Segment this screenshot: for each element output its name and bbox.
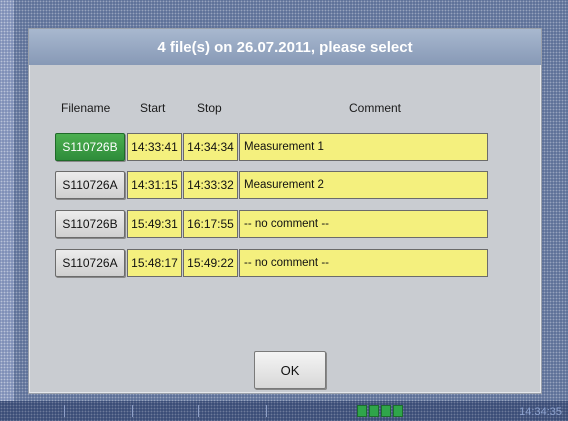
status-divider bbox=[198, 405, 199, 417]
column-header-comment: Comment bbox=[349, 101, 402, 115]
status-divider bbox=[266, 405, 267, 417]
column-header-stop: Stop bbox=[197, 101, 222, 115]
background-left-strip bbox=[0, 0, 14, 421]
filename-button[interactable]: S110726A bbox=[55, 171, 125, 199]
filename-button[interactable]: S110726B bbox=[55, 133, 125, 161]
status-indicator bbox=[357, 405, 403, 417]
status-time: 14:34:35 bbox=[519, 406, 562, 418]
start-time-cell: 14:33:41 bbox=[127, 133, 182, 161]
stop-time-cell: 14:34:34 bbox=[183, 133, 238, 161]
file-select-dialog: 4 file(s) on 26.07.2011, please select F… bbox=[28, 28, 542, 394]
stop-time-cell: 15:49:22 bbox=[183, 249, 238, 277]
filename-button[interactable]: S110726A bbox=[55, 249, 125, 277]
comment-cell: -- no comment -- bbox=[239, 249, 488, 277]
comment-cell: Measurement 2 bbox=[239, 171, 488, 199]
column-header-start: Start bbox=[140, 101, 166, 115]
comment-cell: -- no comment -- bbox=[239, 210, 488, 238]
comment-cell: Measurement 1 bbox=[239, 133, 488, 161]
column-header-filename: Filename bbox=[61, 101, 111, 115]
stop-time-cell: 16:17:55 bbox=[183, 210, 238, 238]
start-time-cell: 15:48:17 bbox=[127, 249, 182, 277]
status-divider bbox=[64, 405, 65, 417]
start-time-cell: 15:49:31 bbox=[127, 210, 182, 238]
start-time-cell: 14:31:15 bbox=[127, 171, 182, 199]
background-status-bar: 14:34:35 bbox=[0, 401, 568, 421]
filename-button[interactable]: S110726B bbox=[55, 210, 125, 238]
ok-button[interactable]: OK bbox=[254, 351, 326, 389]
status-divider bbox=[132, 405, 133, 417]
dialog-title: 4 file(s) on 26.07.2011, please select bbox=[29, 29, 541, 65]
stop-time-cell: 14:33:32 bbox=[183, 171, 238, 199]
